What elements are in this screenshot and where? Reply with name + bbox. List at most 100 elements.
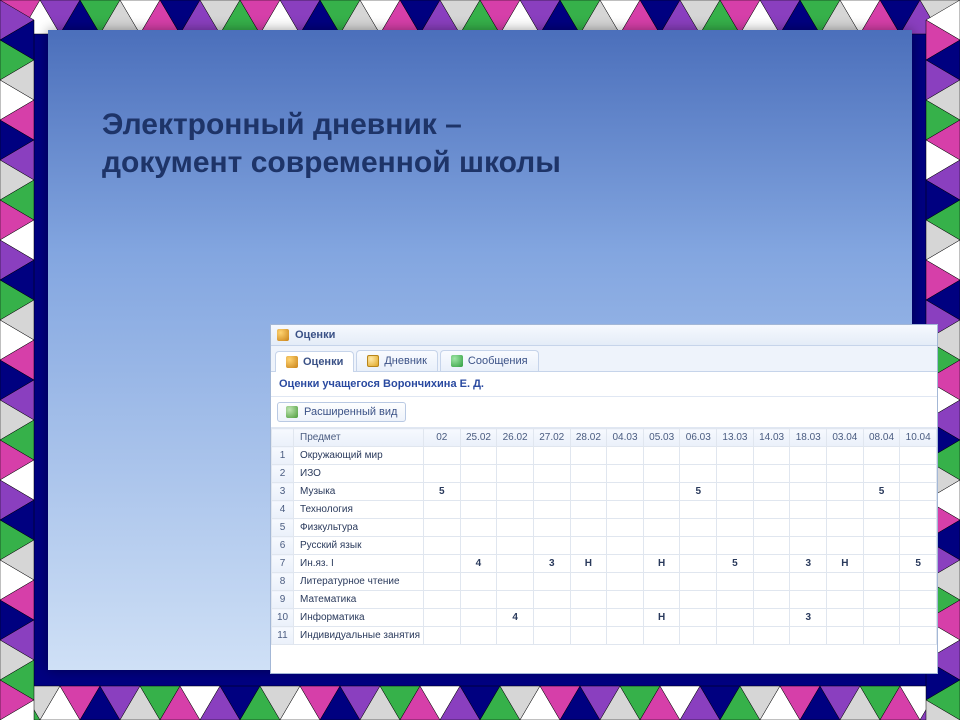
grade-cell[interactable] (900, 501, 937, 519)
grade-cell[interactable]: 5 (717, 555, 754, 573)
grade-cell[interactable] (753, 447, 790, 465)
grade-cell[interactable] (497, 591, 534, 609)
grade-cell[interactable] (643, 591, 680, 609)
grade-cell[interactable]: 4 (497, 609, 534, 627)
grade-cell[interactable] (460, 483, 497, 501)
grade-cell[interactable]: 5 (680, 483, 717, 501)
grade-cell[interactable] (680, 537, 717, 555)
grade-cell[interactable] (790, 573, 827, 591)
grade-cell[interactable] (900, 519, 937, 537)
grade-cell[interactable] (863, 573, 900, 591)
grade-cell[interactable] (533, 537, 570, 555)
grade-cell[interactable] (533, 573, 570, 591)
grade-cell[interactable] (607, 483, 644, 501)
grade-cell[interactable] (680, 573, 717, 591)
grade-cell[interactable]: Н (570, 555, 607, 573)
grade-cell[interactable] (717, 483, 754, 501)
grade-cell[interactable] (570, 501, 607, 519)
grade-cell[interactable]: Н (643, 555, 680, 573)
grade-cell[interactable] (680, 501, 717, 519)
grade-cell[interactable]: 3 (790, 609, 827, 627)
grade-cell[interactable] (680, 519, 717, 537)
grade-cell[interactable] (827, 627, 864, 645)
grade-cell[interactable] (680, 447, 717, 465)
grade-cell[interactable] (753, 555, 790, 573)
grade-cell[interactable] (424, 627, 461, 645)
grade-cell[interactable] (900, 537, 937, 555)
grade-cell[interactable] (717, 573, 754, 591)
grade-cell[interactable] (460, 609, 497, 627)
grade-cell[interactable] (643, 573, 680, 591)
grade-cell[interactable] (900, 483, 937, 501)
grade-cell[interactable] (424, 465, 461, 483)
grade-cell[interactable] (570, 465, 607, 483)
grade-cell[interactable] (790, 519, 827, 537)
grade-cell[interactable] (607, 465, 644, 483)
grade-cell[interactable] (717, 519, 754, 537)
grade-cell[interactable] (643, 447, 680, 465)
grade-cell[interactable] (827, 609, 864, 627)
grade-cell[interactable] (607, 591, 644, 609)
grade-cell[interactable] (827, 465, 864, 483)
grade-cell[interactable] (607, 627, 644, 645)
grade-cell[interactable] (753, 501, 790, 519)
grade-cell[interactable]: 3 (790, 555, 827, 573)
grade-cell[interactable] (863, 555, 900, 573)
grade-cell[interactable] (643, 483, 680, 501)
grade-cell[interactable]: Н (643, 609, 680, 627)
grade-cell[interactable] (424, 519, 461, 537)
grade-cell[interactable] (900, 447, 937, 465)
grade-cell[interactable] (533, 609, 570, 627)
grade-cell[interactable] (827, 519, 864, 537)
grade-cell[interactable] (680, 591, 717, 609)
grade-cell[interactable] (753, 609, 790, 627)
grade-cell[interactable] (607, 519, 644, 537)
grade-cell[interactable] (753, 483, 790, 501)
grade-cell[interactable] (460, 519, 497, 537)
grade-cell[interactable] (863, 447, 900, 465)
grade-cell[interactable] (790, 447, 827, 465)
grade-cell[interactable] (497, 483, 534, 501)
grade-cell[interactable] (717, 537, 754, 555)
grade-cell[interactable] (827, 483, 864, 501)
grade-cell[interactable] (460, 465, 497, 483)
grade-cell[interactable] (680, 555, 717, 573)
grade-cell[interactable] (533, 627, 570, 645)
grade-cell[interactable] (424, 609, 461, 627)
grade-cell[interactable] (753, 537, 790, 555)
grade-cell[interactable]: 4 (460, 555, 497, 573)
grade-cell[interactable] (460, 627, 497, 645)
grade-cell[interactable] (424, 501, 461, 519)
grade-cell[interactable] (863, 501, 900, 519)
grade-cell[interactable] (607, 573, 644, 591)
grade-cell[interactable] (533, 519, 570, 537)
grade-cell[interactable] (607, 555, 644, 573)
grade-cell[interactable] (497, 447, 534, 465)
grade-cell[interactable] (753, 627, 790, 645)
grade-cell[interactable] (497, 537, 534, 555)
grade-cell[interactable] (717, 501, 754, 519)
grade-cell[interactable] (643, 465, 680, 483)
grade-cell[interactable] (827, 501, 864, 519)
grade-cell[interactable] (753, 465, 790, 483)
grade-cell[interactable] (753, 573, 790, 591)
grade-cell[interactable]: 5 (863, 483, 900, 501)
grade-cell[interactable] (900, 627, 937, 645)
grade-cell[interactable] (643, 537, 680, 555)
grade-cell[interactable] (790, 483, 827, 501)
grade-cell[interactable] (753, 591, 790, 609)
grade-cell[interactable] (424, 555, 461, 573)
grade-cell[interactable] (790, 591, 827, 609)
grade-cell[interactable] (497, 627, 534, 645)
grade-cell[interactable] (570, 447, 607, 465)
grade-cell[interactable] (570, 573, 607, 591)
grade-cell[interactable] (643, 519, 680, 537)
grade-cell[interactable] (863, 609, 900, 627)
grade-cell[interactable] (900, 591, 937, 609)
grade-cell[interactable] (827, 591, 864, 609)
grade-cell[interactable] (680, 627, 717, 645)
grade-cell[interactable] (607, 609, 644, 627)
grade-cell[interactable] (607, 537, 644, 555)
grade-cell[interactable] (753, 519, 790, 537)
grade-cell[interactable] (497, 501, 534, 519)
